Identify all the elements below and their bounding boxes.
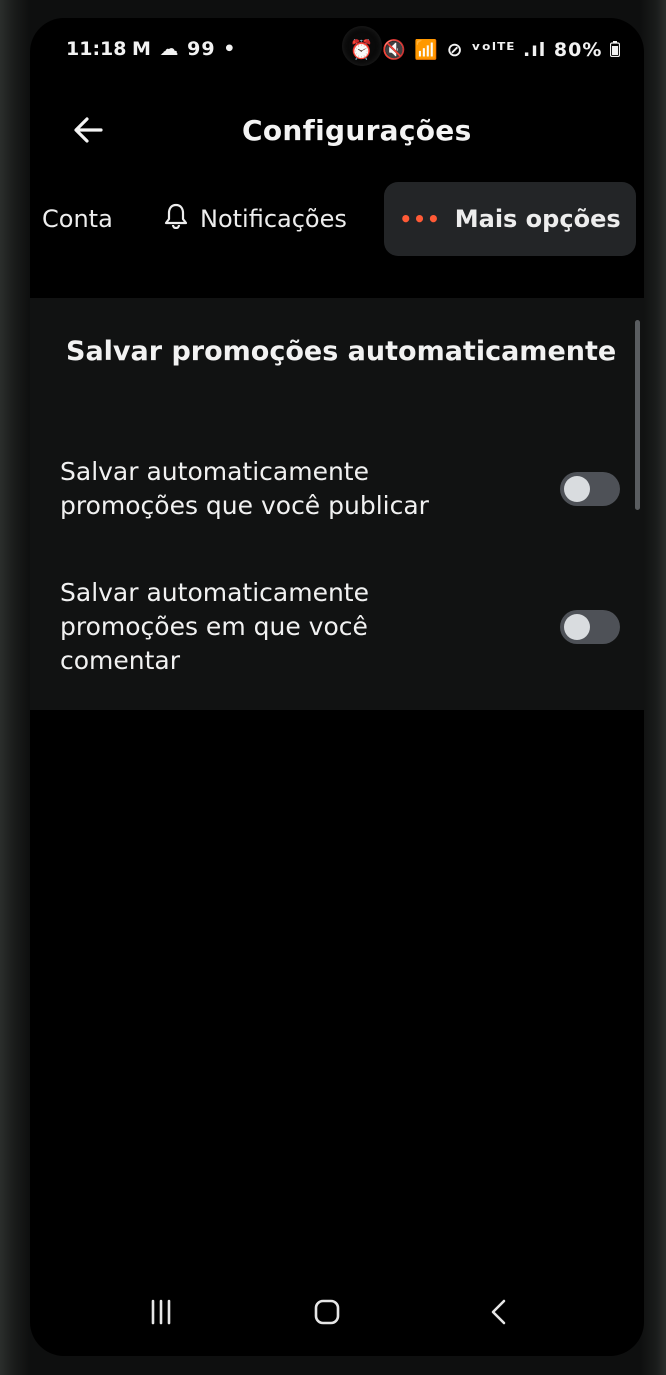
scrollbar[interactable]: [635, 320, 640, 510]
setting-label: Salvar automaticamente promoções que voc…: [60, 457, 429, 520]
toggle-knob: [564, 614, 590, 640]
phone-screen: 11:18 M ☁ 99 • ⏰ 🔇 📶 ⊘ ᵛᵒˡᵀᴱ .ıl 80% Con…: [30, 18, 644, 1356]
recents-icon: [151, 1299, 171, 1325]
toggle-knob: [564, 476, 590, 502]
tab-mais-opcoes-label: Mais opções: [454, 205, 621, 233]
nav-back-button[interactable]: [476, 1282, 522, 1342]
bell-icon: [164, 203, 188, 235]
setting-label: Salvar automaticamente promoções em que …: [60, 578, 369, 675]
settings-panel: Salvar promoções automaticamente Salvar …: [30, 298, 644, 710]
status-notification-icons: M ☁ 99 •: [132, 38, 237, 60]
battery-level: 80%: [553, 39, 603, 61]
status-bar: 11:18 M ☁ 99 • ⏰ 🔇 📶 ⊘ ᵛᵒˡᵀᴱ .ıl 80%: [66, 36, 621, 66]
battery-icon: [609, 41, 621, 58]
section-title: Salvar promoções automaticamente: [66, 336, 617, 367]
setting-save-published[interactable]: Salvar automaticamente promoções que voc…: [60, 446, 630, 532]
arrow-left-icon: [74, 117, 103, 143]
status-system-icons-text: ⏰ 🔇 📶 ⊘ ᵛᵒˡᵀᴱ .ıl: [349, 39, 547, 61]
back-button[interactable]: [64, 106, 112, 154]
tab-notificacoes[interactable]: Notificações: [164, 182, 347, 256]
recents-button[interactable]: [138, 1282, 184, 1342]
status-time: 11:18: [66, 38, 127, 60]
home-button[interactable]: [304, 1282, 350, 1342]
tab-mais-opcoes[interactable]: ••• Mais opções: [384, 182, 636, 256]
settings-tabs: Conta Notificações ••• Mais opções: [30, 182, 644, 256]
device-frame: 11:18 M ☁ 99 • ⏰ 🔇 📶 ⊘ ᵛᵒˡᵀᴱ .ıl 80% Con…: [0, 0, 666, 1375]
setting-save-commented[interactable]: Salvar automaticamente promoções em que …: [60, 568, 630, 686]
more-dots-icon: •••: [399, 207, 441, 231]
app-bar: Configurações: [30, 90, 644, 160]
tab-conta-label: Conta: [42, 205, 113, 233]
status-system-icons: ⏰ 🔇 📶 ⊘ ᵛᵒˡᵀᴱ .ıl 80%: [349, 38, 621, 61]
tab-notificacoes-label: Notificações: [200, 205, 347, 233]
home-icon: [314, 1299, 340, 1325]
chevron-left-icon: [491, 1299, 506, 1325]
save-commented-toggle[interactable]: [560, 610, 620, 644]
system-nav-bar: [30, 1276, 644, 1356]
tab-conta[interactable]: Conta: [42, 182, 113, 256]
save-published-toggle[interactable]: [560, 472, 620, 506]
page-title: Configurações: [242, 114, 472, 147]
